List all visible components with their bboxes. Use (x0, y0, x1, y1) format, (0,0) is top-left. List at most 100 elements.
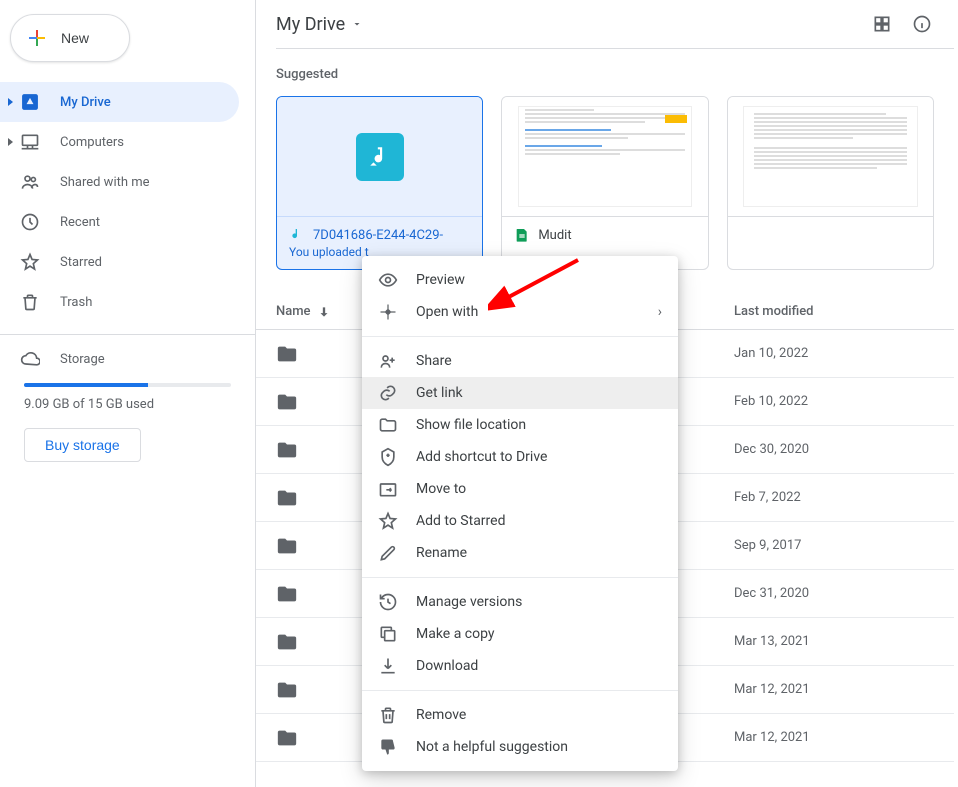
menu-item-make-a-copy[interactable]: Make a copy (362, 618, 678, 650)
menu-item-open-with[interactable]: Open with › (362, 296, 678, 328)
card-thumbnail (502, 97, 707, 217)
storage-section: Storage 9.09 GB of 15 GB used Buy storag… (0, 334, 255, 462)
folder-icon (276, 679, 298, 701)
nav-shared[interactable]: Shared with me (0, 162, 239, 202)
card-title: Mudit (538, 228, 571, 243)
menu-item-add-shortcut-to-drive[interactable]: Add shortcut to Drive (362, 441, 678, 473)
details-button[interactable] (910, 12, 934, 36)
folder-icon (378, 415, 398, 435)
sidebar: New My Drive Computers Shared with me Re… (0, 0, 256, 787)
col-modified-header[interactable]: Last modified (734, 304, 934, 319)
menu-item-not-a-helpful-suggestion[interactable]: Not a helpful suggestion (362, 731, 678, 763)
modified-cell: Feb 10, 2022 (734, 394, 934, 409)
storage-progress (24, 383, 231, 387)
folder-icon (276, 535, 298, 557)
nav-label: My Drive (60, 95, 111, 110)
sheets-icon (514, 227, 530, 243)
menu-item-label: Add to Starred (416, 513, 505, 529)
menu-item-share[interactable]: Share (362, 345, 678, 377)
menu-item-label: Open with (416, 304, 478, 320)
breadcrumb-label: My Drive (276, 14, 345, 35)
menu-item-label: Make a copy (416, 626, 495, 642)
suggested-title: Suggested (256, 49, 954, 96)
expand-icon (8, 138, 13, 146)
context-menu: Preview Open with › Share Get link Show … (362, 256, 678, 771)
nav-label: Starred (60, 255, 102, 270)
folder-icon (276, 487, 298, 509)
star-icon (20, 252, 40, 272)
plus-icon (25, 26, 49, 50)
card-footer (728, 217, 933, 247)
link-icon (378, 383, 398, 403)
nav-label: Shared with me (60, 175, 150, 190)
suggested-cards: 7D041686-E244-4C29- You uploaded t (256, 96, 954, 270)
computers-icon (20, 132, 40, 152)
audio-file-icon (356, 133, 404, 181)
recent-icon (20, 212, 40, 232)
nav-storage[interactable]: Storage (20, 339, 231, 379)
nav-starred[interactable]: Starred (0, 242, 239, 282)
menu-item-download[interactable]: Download (362, 650, 678, 682)
suggested-card[interactable] (727, 96, 934, 270)
nav-label: Computers (60, 135, 124, 150)
menu-item-add-to-starred[interactable]: Add to Starred (362, 505, 678, 537)
nav-label: Trash (60, 295, 92, 310)
nav-my-drive[interactable]: My Drive (0, 82, 239, 122)
suggested-card[interactable]: Mudit (501, 96, 708, 270)
buy-storage-button[interactable]: Buy storage (24, 428, 141, 462)
nav-recent[interactable]: Recent (0, 202, 239, 242)
menu-item-label: Not a helpful suggestion (416, 739, 568, 755)
menu-item-label: Add shortcut to Drive (416, 449, 547, 465)
topbar: My Drive (256, 0, 954, 48)
menu-item-label: Download (416, 658, 478, 674)
menu-item-label: Show file location (416, 417, 526, 433)
trash-icon (378, 705, 398, 725)
eye-icon (378, 270, 398, 290)
nav-trash[interactable]: Trash (0, 282, 239, 322)
menu-item-label: Share (416, 353, 452, 369)
share-icon (378, 351, 398, 371)
breadcrumb[interactable]: My Drive (276, 14, 363, 35)
modified-cell: Jan 10, 2022 (734, 346, 934, 361)
suggested-card[interactable]: 7D041686-E244-4C29- You uploaded t (276, 96, 483, 270)
menu-item-rename[interactable]: Rename (362, 537, 678, 569)
menu-item-remove[interactable]: Remove (362, 699, 678, 731)
new-button-label: New (61, 30, 89, 46)
menu-item-get-link[interactable]: Get link (362, 377, 678, 409)
menu-item-show-file-location[interactable]: Show file location (362, 409, 678, 441)
modified-cell: Mar 13, 2021 (734, 634, 934, 649)
shared-icon (20, 172, 40, 192)
menu-item-preview[interactable]: Preview (362, 264, 678, 296)
modified-cell: Sep 9, 2017 (734, 538, 934, 553)
copy-icon (378, 624, 398, 644)
menu-item-label: Get link (416, 385, 463, 401)
download-icon (378, 656, 398, 676)
modified-cell: Dec 31, 2020 (734, 586, 934, 601)
new-button[interactable]: New (10, 14, 130, 62)
expand-icon (8, 98, 13, 106)
audio-icon (289, 227, 305, 243)
grid-icon (872, 14, 892, 34)
menu-item-label: Manage versions (416, 594, 522, 610)
move-icon (378, 479, 398, 499)
nav-label: Recent (60, 215, 100, 230)
menu-item-label: Preview (416, 272, 465, 288)
cloud-icon (20, 349, 40, 369)
arrow-down-icon (317, 305, 331, 319)
card-thumbnail (277, 97, 482, 217)
shortcut-icon (378, 447, 398, 467)
card-thumbnail (728, 97, 933, 217)
card-footer: Mudit (502, 217, 707, 253)
folder-icon (276, 439, 298, 461)
modified-cell: Mar 12, 2021 (734, 730, 934, 745)
menu-separator (362, 690, 678, 691)
trash-icon (20, 292, 40, 312)
chevron-down-icon (351, 18, 363, 30)
menu-separator (362, 577, 678, 578)
menu-item-move-to[interactable]: Move to (362, 473, 678, 505)
storage-used-text: 9.09 GB of 15 GB used (24, 397, 231, 412)
folder-icon (276, 343, 298, 365)
grid-view-button[interactable] (870, 12, 894, 36)
nav-computers[interactable]: Computers (0, 122, 239, 162)
menu-item-manage-versions[interactable]: Manage versions (362, 586, 678, 618)
